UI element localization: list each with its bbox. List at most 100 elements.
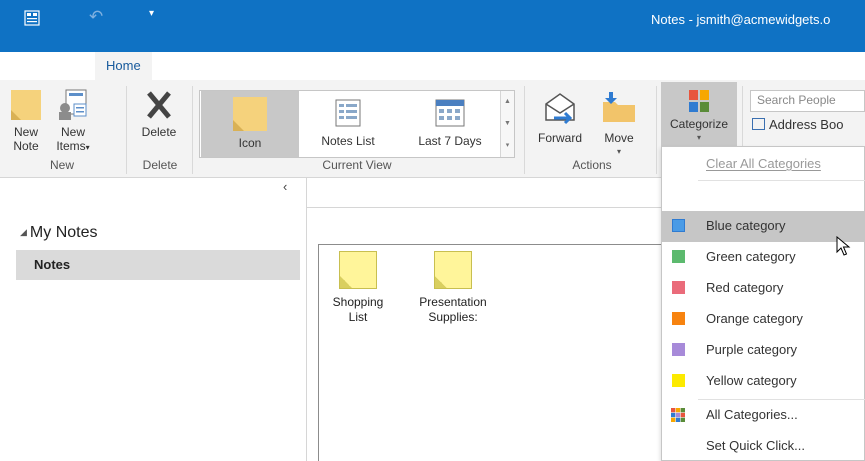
- title-bar: ↶ ▾ Notes - jsmith@acmewidgets.o: [0, 0, 865, 52]
- window-title: Notes - jsmith@acmewidgets.o: [651, 12, 831, 27]
- gallery-more-icon[interactable]: ▾: [501, 135, 514, 157]
- current-view-gallery: Icon Notes List Last 7 Days ▲ ▼ ▾: [199, 90, 515, 158]
- categorize-button[interactable]: Categorize ▾: [661, 82, 737, 146]
- tab-view[interactable]: View: [389, 52, 439, 80]
- note-title-line-1: Presentation: [419, 295, 487, 309]
- new-items-icon: [59, 89, 87, 120]
- expand-triangle-icon[interactable]: ◢: [20, 227, 27, 237]
- categorize-label: Categorize: [669, 117, 729, 131]
- sticky-note-icon: [11, 90, 41, 120]
- delete-label: Delete: [141, 125, 177, 139]
- menu-item-purple-category[interactable]: Purple category: [662, 335, 865, 366]
- collapse-pane-icon[interactable]: ‹: [283, 179, 287, 194]
- gallery-scrollbar[interactable]: ▲ ▼ ▾: [500, 91, 514, 157]
- view-option-notes-list[interactable]: Notes List: [306, 91, 390, 157]
- menu-item-label: Green category: [706, 249, 796, 264]
- view-option-icon[interactable]: Icon: [201, 91, 299, 157]
- note-title-line-2: Supplies:: [428, 310, 478, 324]
- menu-item-all-categories[interactable]: All Categories...: [662, 400, 865, 431]
- group-separator: [656, 86, 657, 174]
- content-header-rule: [307, 207, 665, 208]
- menu-item-red-category[interactable]: Red category: [662, 273, 865, 304]
- note-title-line-1: Shopping: [332, 295, 384, 309]
- tab-folder[interactable]: Folder: [312, 52, 371, 80]
- forward-envelope-icon: [545, 93, 575, 125]
- note-title-line-2: List: [348, 310, 368, 324]
- menu-item-set-quick-click[interactable]: Set Quick Click...: [662, 431, 865, 461]
- note-item[interactable]: Shopping List: [325, 251, 391, 325]
- menu-item-orange-category[interactable]: Orange category: [662, 304, 865, 335]
- notes-view: Shopping List Presentation Supplies:: [318, 244, 665, 461]
- outlook-notes-app-icon: [24, 10, 40, 26]
- sticky-note-icon: [233, 97, 267, 131]
- notes-list-icon: [335, 99, 361, 127]
- scroll-down-icon[interactable]: ▼: [501, 113, 514, 135]
- new-items-label-1: New: [60, 125, 85, 139]
- note-icon: [434, 251, 472, 289]
- orange-swatch-icon: [672, 312, 685, 325]
- categorize-grid-icon: [689, 90, 709, 112]
- move-folder-icon: [603, 92, 635, 122]
- group-label-new: New: [49, 158, 74, 172]
- address-book-button[interactable]: Address Boo: [752, 117, 843, 132]
- group-separator: [524, 86, 525, 174]
- menu-item-label: Yellow category: [706, 373, 797, 388]
- my-notes-label: My Notes: [29, 224, 98, 241]
- move-button[interactable]: Move ▾: [596, 88, 642, 159]
- menu-item-label: Orange category: [706, 311, 803, 326]
- categorize-menu: Clear All Categories Blue category Green…: [661, 146, 865, 461]
- scroll-up-icon[interactable]: ▲: [501, 91, 514, 113]
- calendar-icon: [435, 99, 465, 127]
- mouse-cursor-icon: [836, 236, 851, 256]
- new-note-button[interactable]: New Note: [6, 88, 46, 153]
- tab-send-receive[interactable]: Send / Receive: [176, 52, 286, 80]
- all-categories-icon: [671, 408, 685, 422]
- forward-button[interactable]: Forward: [532, 88, 588, 145]
- delete-button[interactable]: Delete: [134, 88, 184, 139]
- dropdown-arrow-icon: ▾: [696, 133, 701, 142]
- move-label: Move: [604, 131, 634, 145]
- new-items-button[interactable]: New Items▾: [48, 88, 98, 155]
- menu-item-label: Blue category: [706, 218, 786, 233]
- view-label-last-7-days: Last 7 Days: [418, 134, 482, 148]
- dropdown-arrow-icon: ▾: [616, 147, 621, 156]
- view-label-icon: Icon: [238, 136, 262, 150]
- folder-item-notes[interactable]: Notes: [16, 250, 300, 280]
- menu-separator: [698, 180, 865, 181]
- menu-item-green-category[interactable]: Green category: [662, 242, 865, 273]
- blue-swatch-icon: [672, 219, 685, 232]
- menu-item-label: Red category: [706, 280, 784, 295]
- view-label-notes-list: Notes List: [321, 134, 375, 148]
- search-people-input[interactable]: Search People: [750, 90, 865, 112]
- tab-file[interactable]: File: [13, 52, 56, 80]
- menu-item-yellow-category[interactable]: Yellow category: [662, 366, 865, 397]
- purple-swatch-icon: [672, 343, 685, 356]
- address-book-icon: [752, 118, 765, 130]
- dropdown-arrow-icon: ▾: [85, 143, 90, 152]
- yellow-swatch-icon: [672, 374, 685, 387]
- menu-item-label: Purple category: [706, 342, 798, 357]
- forward-label: Forward: [537, 131, 582, 145]
- group-label-actions: Actions: [572, 158, 612, 172]
- green-swatch-icon: [672, 250, 685, 263]
- delete-x-icon: [147, 91, 171, 119]
- tell-me-text: Tell me what you want to do...: [473, 58, 645, 73]
- group-separator: [192, 86, 193, 174]
- menu-item-blue-category[interactable]: Blue category: [662, 211, 865, 242]
- note-item[interactable]: Presentation Supplies:: [405, 251, 501, 325]
- new-items-label-2: Items: [56, 139, 86, 153]
- new-note-label-2: Note: [13, 139, 39, 153]
- search-people-placeholder: Search People: [757, 93, 836, 107]
- view-option-last-7-days[interactable]: Last 7 Days: [405, 91, 495, 157]
- menu-item-label: Set Quick Click...: [706, 438, 805, 453]
- customize-quick-access-icon[interactable]: ▾: [149, 8, 154, 19]
- tell-me-box[interactable]: Tell me what you want to do...: [458, 52, 644, 80]
- group-separator: [126, 86, 127, 174]
- menu-item-label: All Categories...: [706, 407, 798, 422]
- group-label-delete: Delete: [142, 158, 178, 172]
- menu-item-clear-all-categories[interactable]: Clear All Categories: [662, 149, 865, 180]
- my-notes-group[interactable]: ◢ My Notes: [20, 224, 98, 242]
- address-book-label: Address Boo: [769, 117, 844, 132]
- tab-home[interactable]: Home: [95, 52, 152, 80]
- undo-icon[interactable]: ↶: [89, 7, 103, 27]
